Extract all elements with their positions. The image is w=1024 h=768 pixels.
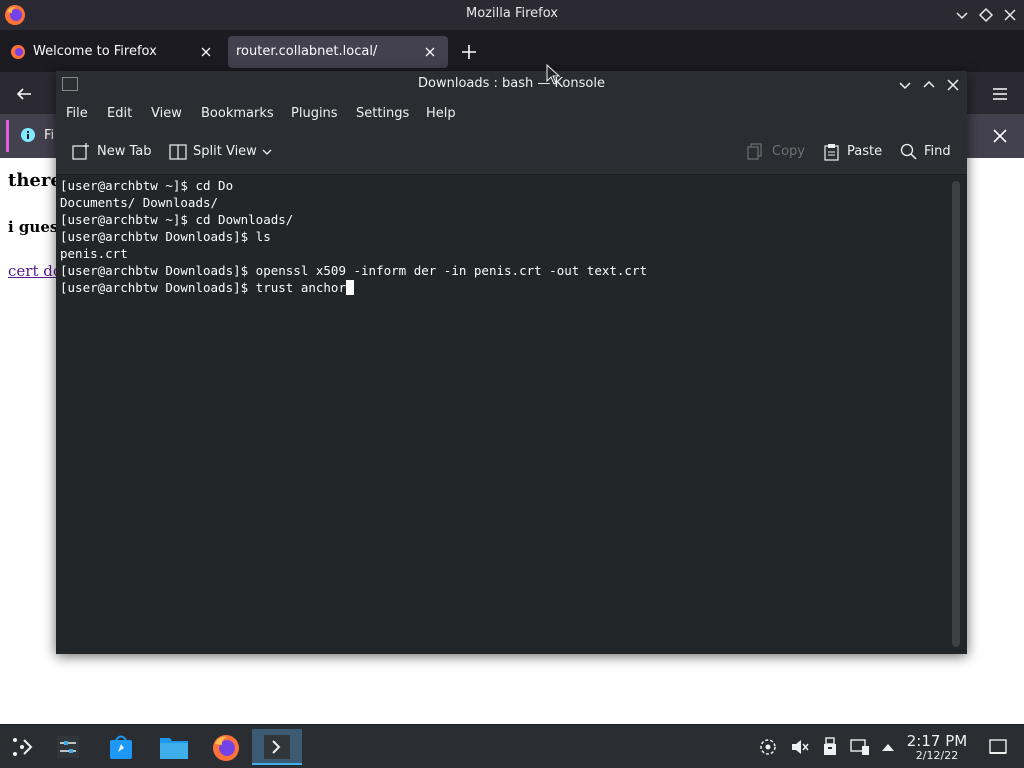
tab-welcome-to-firefox[interactable]: Welcome to Firefox [2, 36, 224, 68]
find-label: Find [924, 144, 951, 159]
vault-icon[interactable] [758, 737, 778, 757]
konsole-menubar: File Edit View Bookmarks Plugins Setting… [56, 99, 967, 129]
copy-button[interactable]: Copy [746, 141, 806, 163]
back-arrow-icon[interactable] [14, 84, 34, 104]
chevron-down-icon[interactable] [261, 146, 273, 158]
terminal-line: [user@archbtw Downloads]$ openssl x509 -… [60, 263, 647, 278]
menu-help[interactable]: Help [426, 106, 456, 121]
menu-settings[interactable]: Settings [356, 106, 409, 121]
notification-accent [6, 120, 9, 152]
close-icon[interactable] [944, 76, 962, 94]
new-tab-label: New Tab [97, 144, 152, 159]
find-button[interactable]: Find [900, 141, 955, 163]
terminal-line: [user@archbtw Downloads]$ ls [60, 229, 271, 244]
files-button[interactable] [152, 729, 196, 765]
minimize-icon[interactable] [953, 6, 971, 24]
system-settings-button[interactable] [46, 729, 90, 765]
clock-date[interactable]: 2/12/22 [900, 749, 974, 762]
discover-icon [110, 735, 132, 759]
menu-view[interactable]: View [151, 106, 182, 121]
firefox-icon [213, 735, 239, 761]
terminal-line: Documents/ Downloads/ [60, 195, 219, 210]
notification-close-icon[interactable] [990, 126, 1010, 146]
terminal-cursor [345, 280, 354, 295]
menu-file[interactable]: File [66, 106, 88, 121]
terminal-scrollbar[interactable] [952, 181, 960, 647]
new-tab-plus-icon[interactable] [458, 41, 480, 63]
menu-edit[interactable]: Edit [107, 106, 132, 121]
terminal-line: penis.crt [60, 246, 128, 261]
close-icon[interactable] [1001, 6, 1019, 24]
system-settings-icon [57, 736, 79, 758]
konsole-icon [264, 735, 290, 759]
clock-time[interactable]: 2:17 PM [900, 732, 974, 750]
app-launcher-button[interactable] [0, 729, 44, 765]
copy-label: Copy [772, 144, 805, 159]
search-icon [900, 143, 917, 160]
hamburger-menu-icon[interactable] [990, 84, 1010, 104]
konsole-taskbar-button[interactable] [252, 729, 302, 765]
tray-expand-arrow-icon[interactable] [878, 737, 898, 757]
tab-router[interactable]: router.collabnet.local/ [228, 36, 448, 68]
info-icon [21, 128, 35, 142]
network-icon[interactable] [850, 737, 870, 757]
cert-download-link[interactable]: cert do [8, 262, 62, 280]
split-view-icon [169, 144, 187, 160]
copy-icon [747, 143, 762, 160]
konsole-titlebar: Downloads : bash — Konsole [56, 71, 967, 99]
tab-close-icon[interactable] [422, 44, 438, 60]
tab-close-icon[interactable] [198, 44, 214, 60]
terminal-line: [user@archbtw ~]$ cd Downloads/ [60, 212, 294, 227]
terminal-prompt-input: [user@archbtw Downloads]$ trust anchor [60, 280, 346, 295]
terminal-current-line: [user@archbtw Downloads]$ trust anchor [60, 280, 354, 295]
paste-button[interactable]: Paste [823, 141, 885, 163]
terminal-area[interactable]: [user@archbtw ~]$ cd Do Documents/ Downl… [56, 176, 967, 654]
new-tab-button[interactable]: New Tab [72, 141, 156, 163]
konsole-window-title: Downloads : bash — Konsole [418, 76, 605, 91]
paste-label: Paste [847, 144, 883, 159]
mouse-pointer-icon [546, 64, 560, 85]
konsole-toolbar: New Tab Split View Copy Paste Find [56, 129, 967, 175]
folder-icon [160, 738, 188, 759]
konsole-window: Downloads : bash — Konsole File Edit Vie… [56, 71, 967, 654]
firefox-tab-bar: Welcome to Firefox router.collabnet.loca… [0, 30, 1024, 72]
firefox-window-title: Mozilla Firefox [466, 6, 558, 21]
menu-plugins[interactable]: Plugins [291, 106, 338, 121]
split-view-button[interactable]: Split View [169, 141, 279, 163]
paste-icon [824, 144, 839, 161]
volume-muted-icon[interactable] [790, 737, 810, 757]
maximize-icon[interactable] [920, 76, 938, 94]
firefox-titlebar: Mozilla Firefox [0, 0, 1024, 30]
new-tab-icon [72, 143, 89, 160]
menu-bookmarks[interactable]: Bookmarks [201, 106, 274, 121]
usb-device-icon[interactable] [820, 737, 840, 757]
discover-store-button[interactable] [100, 729, 144, 765]
taskbar: 2:17 PM 2/12/22 [0, 724, 1024, 768]
tab-label: Welcome to Firefox [33, 44, 157, 59]
notification-text: Fi [44, 128, 55, 143]
tab-label: router.collabnet.local/ [236, 44, 378, 59]
minimize-icon[interactable] [896, 76, 914, 94]
page-heading: there [8, 170, 62, 191]
terminal-line: [user@archbtw ~]$ cd Do [60, 178, 234, 193]
app-launcher-icon [13, 738, 33, 756]
show-desktop-icon[interactable] [988, 737, 1008, 757]
firefox-favicon-icon [11, 45, 25, 59]
maximize-icon[interactable] [977, 6, 995, 24]
firefox-taskbar-button[interactable] [204, 729, 248, 765]
split-view-label: Split View [193, 144, 257, 159]
